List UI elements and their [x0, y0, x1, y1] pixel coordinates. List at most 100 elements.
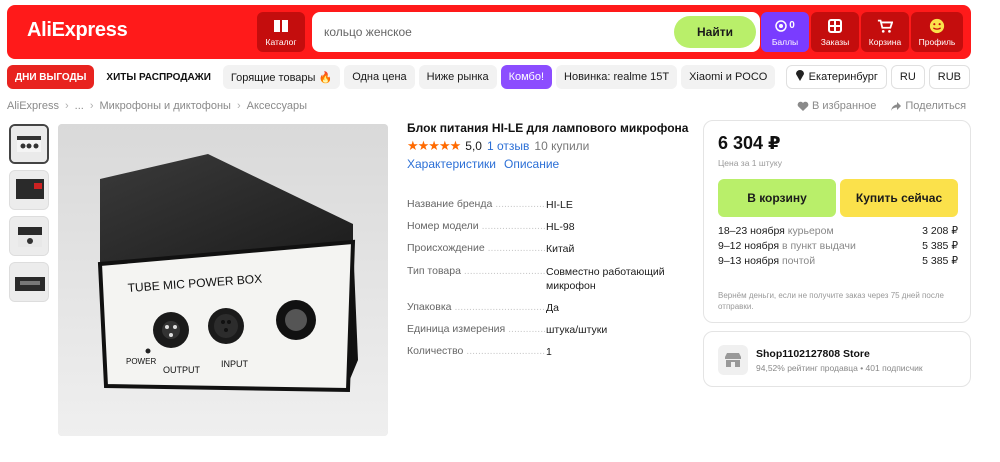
- spec-row: Тип товара Совместно работающий микрофон: [407, 265, 697, 293]
- delivery-date: 9–13 ноября: [718, 255, 780, 267]
- orders-label: Заказы: [820, 36, 850, 47]
- spec-row: Единица измерения штука/штуки: [407, 323, 697, 337]
- delivery-price: 5 385 ₽: [922, 255, 958, 267]
- share-label: Поделиться: [905, 100, 967, 112]
- nav-xiaomi-poco[interactable]: Xiaomi и POCO: [681, 65, 776, 89]
- reviews-link[interactable]: 1 отзыв: [487, 139, 529, 153]
- delivery-method: в пункт выдачи: [781, 240, 856, 252]
- thumbnail-4[interactable]: [9, 262, 49, 302]
- thumbnail-1[interactable]: [9, 124, 49, 164]
- catalog-button[interactable]: Каталог: [257, 12, 305, 52]
- chevron-right-icon: ›: [89, 100, 94, 112]
- nav-combo[interactable]: Комбо!: [500, 65, 553, 89]
- product-photo[interactable]: TUBE MIC POWER BOX POWER OUTPUT INPUT: [58, 124, 388, 436]
- search-button[interactable]: Найти: [674, 16, 756, 48]
- share-button[interactable]: Поделиться: [890, 100, 966, 112]
- nav-benefit-days[interactable]: ДНИ ВЫГОДЫ: [7, 65, 95, 89]
- nav-sale-hits[interactable]: ХИТЫ РАСПРОДАЖИ: [98, 65, 219, 89]
- product-tabs: Характеристики Описание: [407, 157, 559, 171]
- smiley-icon: [929, 18, 945, 34]
- promo-nav: ДНИ ВЫГОДЫ ХИТЫ РАСПРОДАЖИ Горящие товар…: [7, 65, 776, 89]
- breadcrumb-ellipsis[interactable]: ...: [75, 100, 84, 112]
- points-button[interactable]: 0 Баллы: [761, 12, 809, 52]
- panel-output-text: OUTPUT: [163, 365, 201, 375]
- panel-input-text: INPUT: [221, 359, 249, 369]
- spec-key: Название бренда: [407, 198, 546, 210]
- spec-value: Совместно работающий микрофон: [546, 265, 665, 292]
- rating-row: ★★★★★ 5,0 1 отзыв 10 купили: [407, 138, 589, 154]
- aliexpress-logo[interactable]: AliExpress: [27, 19, 128, 42]
- product-title: Блок питания HI-LE для лампового микрофо…: [407, 121, 689, 135]
- spec-key: Количество: [407, 345, 546, 357]
- spec-row: Номер модели HL-98: [407, 220, 697, 234]
- spec-value: Китай: [546, 243, 575, 256]
- delivery-option[interactable]: 18–23 ноября курьером 3 208 ₽: [718, 225, 958, 237]
- spec-row: Упаковка Да: [407, 301, 697, 315]
- spec-value: штука/штуки: [546, 324, 608, 337]
- language-selector[interactable]: RU: [890, 65, 925, 89]
- chevron-right-icon: ›: [236, 100, 241, 112]
- nav-hot-deals[interactable]: Горящие товары 🔥: [222, 65, 341, 89]
- delivery-method: курьером: [787, 225, 834, 237]
- currency-selector[interactable]: RUB: [928, 65, 970, 89]
- nav-one-price[interactable]: Одна цена: [344, 65, 415, 89]
- add-to-cart-button[interactable]: В корзину: [718, 179, 836, 217]
- spec-value: HI-LE: [546, 199, 573, 211]
- delivery-option[interactable]: 9–12 ноября в пункт выдачи 5 385 ₽: [718, 240, 958, 252]
- search-input[interactable]: [324, 22, 664, 42]
- delivery-price: 5 385 ₽: [922, 240, 958, 252]
- spec-row: Количество 1: [407, 345, 697, 359]
- store-icon: [718, 345, 748, 375]
- buy-card: 6 304 ₽ Цена за 1 штуку В корзину Купить…: [703, 120, 971, 323]
- delivery-price: 3 208 ₽: [922, 225, 958, 237]
- delivery-date: 18–23 ноября: [718, 225, 785, 237]
- cart-label: Корзина: [868, 36, 902, 47]
- favorite-label: В избранное: [812, 100, 877, 112]
- thumbnail-list: [9, 124, 49, 302]
- price-per-unit: Цена за 1 штуку: [718, 158, 782, 168]
- panel-power-text: POWER: [126, 357, 156, 366]
- city-selector[interactable]: Екатеринбург: [785, 65, 887, 89]
- thumbnail-3[interactable]: [9, 216, 49, 256]
- top-header: AliExpress Каталог Найти 0 Баллы Заказы …: [7, 5, 971, 59]
- location-pin-icon: [795, 69, 805, 85]
- book-icon: [273, 18, 289, 34]
- sold-count: 10 купили: [534, 139, 590, 153]
- locale-controls: Екатеринбург RU RUB: [785, 65, 970, 89]
- chevron-right-icon: ›: [64, 100, 69, 112]
- orders-button[interactable]: Заказы: [811, 12, 859, 52]
- spec-key: Упаковка: [407, 301, 546, 313]
- cart-icon: [877, 18, 893, 34]
- nav-new-realme[interactable]: Новинка: realme 15T: [556, 65, 678, 89]
- rating-stars: ★★★★★: [407, 138, 461, 153]
- delivery-option[interactable]: 9–13 ноября почтой 5 385 ₽: [718, 255, 958, 267]
- tab-specs[interactable]: Характеристики: [407, 157, 496, 171]
- breadcrumb-category[interactable]: Микрофоны и диктофоны: [99, 100, 230, 112]
- city-name: Екатеринбург: [808, 71, 878, 83]
- cart-button[interactable]: Корзина: [861, 12, 909, 52]
- store-meta: 94,52% рейтинг продавца • 401 подписчик: [756, 363, 923, 373]
- nav-below-market[interactable]: Ниже рынка: [418, 65, 497, 89]
- tab-description[interactable]: Описание: [504, 157, 559, 171]
- refund-note: Вернём деньги, если не получите заказ че…: [718, 291, 944, 311]
- profile-label: Профиль: [918, 36, 956, 47]
- breadcrumb-home[interactable]: AliExpress: [7, 100, 59, 112]
- search-box: Найти: [312, 12, 760, 52]
- box-icon: [827, 18, 843, 34]
- points-label: Баллы: [771, 36, 799, 47]
- spec-key: Единица измерения: [407, 323, 546, 335]
- catalog-label: Каталог: [265, 36, 297, 47]
- spec-value: Да: [546, 301, 559, 314]
- spec-key: Тип товара: [407, 265, 546, 277]
- breadcrumb-subcategory[interactable]: Аксессуары: [247, 100, 307, 112]
- spec-row: Происхождение Китай: [407, 242, 697, 256]
- thumbnail-2[interactable]: [9, 170, 49, 210]
- breadcrumb: AliExpress › ... › Микрофоны и диктофоны…: [7, 100, 307, 112]
- favorite-button[interactable]: В избранное: [797, 100, 876, 112]
- buy-now-button[interactable]: Купить сейчас: [840, 179, 958, 217]
- profile-button[interactable]: Профиль: [911, 12, 963, 52]
- spec-value: HL-98: [546, 221, 575, 234]
- store-card[interactable]: Shop1102127808 Store 94,52% рейтинг прод…: [703, 331, 971, 387]
- spec-key: Происхождение: [407, 242, 546, 254]
- store-name[interactable]: Shop1102127808 Store: [756, 348, 870, 360]
